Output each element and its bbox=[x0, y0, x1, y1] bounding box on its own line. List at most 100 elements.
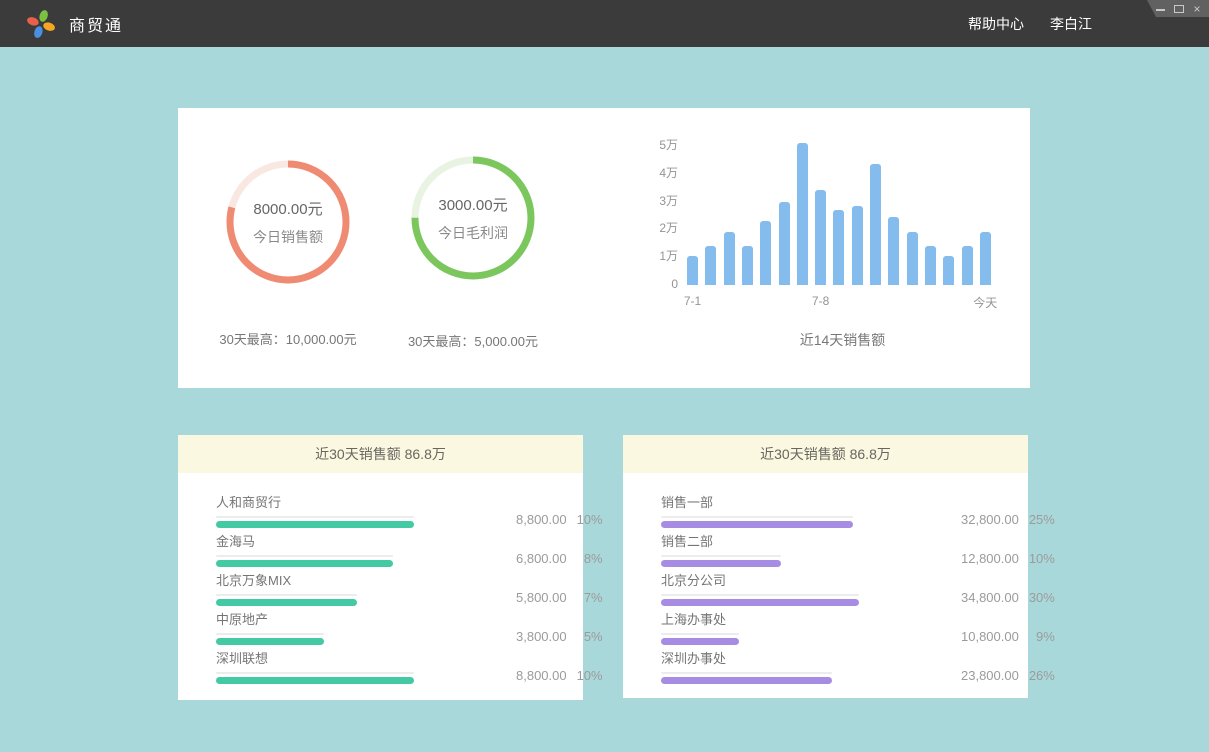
rank-percent: 10% bbox=[567, 668, 603, 683]
rank-percent: 30% bbox=[1019, 590, 1055, 605]
customer-rank-rows: 人和商贸行8,800.0010%金海马6,800.008%北京万象MIX5,80… bbox=[178, 473, 583, 684]
rank-row: 北京万象MIX5,800.007% bbox=[216, 567, 537, 606]
rank-bar-topline bbox=[216, 555, 393, 557]
rank-percent: 10% bbox=[567, 512, 603, 527]
bar-day-14 bbox=[925, 246, 936, 285]
x-axis-tick: 7-8 bbox=[812, 294, 829, 308]
rank-percent: 7% bbox=[567, 590, 603, 605]
rank-bar-topline bbox=[661, 633, 739, 635]
rank-bar bbox=[661, 521, 853, 528]
department-rank-card: 近30天销售额 86.8万 销售一部32,800.0025%销售二部12,800… bbox=[623, 435, 1028, 698]
profit-30day-max: 30天最高：5,000.00元 bbox=[368, 331, 578, 350]
rank-row: 中原地产3,800.005% bbox=[216, 606, 537, 645]
department-rank-header: 近30天销售额 86.8万 bbox=[623, 435, 1028, 473]
bar-day-13 bbox=[907, 232, 918, 285]
sales-14day-bar-chart: 5万4万3万2万1万0 7-17-8今天 近14天销售额 bbox=[640, 128, 1020, 350]
sales-30day-max: 30天最高：10,000.00元 bbox=[183, 329, 393, 348]
rank-bar bbox=[661, 677, 832, 684]
bar-day-9 bbox=[833, 210, 844, 285]
minimize-icon[interactable] bbox=[1156, 4, 1166, 14]
rank-bar-topline bbox=[661, 594, 859, 596]
rank-percent: 8% bbox=[567, 551, 603, 566]
bar-plot: 5万4万3万2万1万0 bbox=[687, 128, 998, 285]
rank-row: 北京分公司34,800.0030% bbox=[661, 567, 982, 606]
bar-day-6 bbox=[779, 202, 790, 285]
y-axis-tick: 1万 bbox=[640, 249, 678, 264]
y-axis-tick: 2万 bbox=[640, 221, 678, 236]
rank-amount: 8,800.00 bbox=[516, 512, 567, 527]
y-axis-tick: 3万 bbox=[640, 194, 678, 209]
rank-bar bbox=[216, 677, 414, 684]
rank-row: 人和商贸行8,800.0010% bbox=[216, 489, 537, 528]
rank-amount: 23,800.00 bbox=[961, 668, 1019, 683]
bar-day-8 bbox=[815, 190, 826, 285]
app-logo-pinwheel-icon bbox=[25, 8, 57, 40]
rank-bar-topline bbox=[661, 672, 832, 674]
help-center-link[interactable]: 帮助中心 bbox=[968, 14, 1024, 34]
window-controls: × bbox=[1147, 0, 1209, 17]
rank-percent: 26% bbox=[1019, 668, 1055, 683]
rank-row-label: 中原地产 bbox=[216, 609, 516, 628]
today-profit-value: 3000.00元 bbox=[438, 194, 507, 215]
x-axis-tick: 7-1 bbox=[684, 294, 701, 308]
today-summary-card: 8000.00元 今日销售额 30天最高：10,000.00元 3000.00元… bbox=[178, 108, 1030, 388]
rank-row: 销售二部12,800.0010% bbox=[661, 528, 982, 567]
rank-bar bbox=[216, 560, 393, 567]
customer-rank-card: 近30天销售额 86.8万 人和商贸行8,800.0010%金海马6,800.0… bbox=[178, 435, 583, 700]
bar-x-axis: 7-1 7-8 今天 bbox=[687, 294, 998, 312]
bar-day-5 bbox=[760, 221, 771, 285]
y-axis-tick: 5万 bbox=[640, 138, 678, 153]
rank-bar-topline bbox=[216, 594, 357, 596]
rank-percent: 25% bbox=[1019, 512, 1055, 527]
bar-day-7 bbox=[797, 143, 808, 285]
rank-percent: 10% bbox=[1019, 551, 1055, 566]
y-axis-tick: 4万 bbox=[640, 166, 678, 181]
y-axis-tick: 0 bbox=[640, 277, 678, 292]
bar-day-3 bbox=[724, 232, 735, 285]
rank-row-label: 销售二部 bbox=[661, 531, 961, 550]
rank-row-label: 深圳办事处 bbox=[661, 648, 961, 667]
today-sales-label: 今日销售额 bbox=[253, 227, 323, 247]
rank-row-label: 人和商贸行 bbox=[216, 492, 516, 511]
rank-row: 上海办事处10,800.009% bbox=[661, 606, 982, 645]
rank-bar-topline bbox=[216, 672, 414, 674]
rank-bar-topline bbox=[216, 633, 324, 635]
rank-amount: 8,800.00 bbox=[516, 668, 567, 683]
rank-row: 金海马6,800.008% bbox=[216, 528, 537, 567]
rank-bar bbox=[216, 599, 357, 606]
app-title: 商贸通 bbox=[69, 12, 123, 36]
rank-amount: 34,800.00 bbox=[961, 590, 1019, 605]
today-sales-value: 8000.00元 bbox=[253, 198, 322, 219]
today-profit-label: 今日毛利润 bbox=[438, 223, 508, 243]
x-axis-tick: 今天 bbox=[973, 294, 997, 311]
rank-percent: 9% bbox=[1019, 629, 1055, 644]
bar-day-1 bbox=[687, 256, 698, 285]
user-menu[interactable]: 李白江 bbox=[1050, 14, 1092, 34]
today-sales-donut: 8000.00元 今日销售额 bbox=[223, 157, 353, 287]
rank-row-label: 金海马 bbox=[216, 531, 516, 550]
rank-bar bbox=[661, 599, 859, 606]
customer-rank-header: 近30天销售额 86.8万 bbox=[178, 435, 583, 473]
rank-row-label: 深圳联想 bbox=[216, 648, 516, 667]
rank-amount: 12,800.00 bbox=[961, 551, 1019, 566]
rank-bar bbox=[661, 638, 739, 645]
title-bar: 商贸通 帮助中心 李白江 × bbox=[0, 0, 1209, 47]
close-icon[interactable]: × bbox=[1192, 4, 1202, 14]
bar-day-12 bbox=[888, 217, 899, 285]
rank-amount: 6,800.00 bbox=[516, 551, 567, 566]
rank-bar-topline bbox=[661, 516, 853, 518]
rank-row: 深圳联想8,800.0010% bbox=[216, 645, 537, 684]
rank-row: 深圳办事处23,800.0026% bbox=[661, 645, 982, 684]
bar-day-17 bbox=[980, 232, 991, 285]
maximize-icon[interactable] bbox=[1174, 4, 1184, 14]
rank-bar bbox=[216, 638, 324, 645]
rank-bar-topline bbox=[216, 516, 414, 518]
rank-row-label: 上海办事处 bbox=[661, 609, 961, 628]
bar-day-15 bbox=[943, 256, 954, 285]
rank-amount: 32,800.00 bbox=[961, 512, 1019, 527]
rank-amount: 5,800.00 bbox=[516, 590, 567, 605]
rank-row-label: 北京万象MIX bbox=[216, 570, 516, 589]
rank-bar bbox=[216, 521, 414, 528]
bar-day-2 bbox=[705, 246, 716, 285]
bar-day-10 bbox=[852, 206, 863, 285]
